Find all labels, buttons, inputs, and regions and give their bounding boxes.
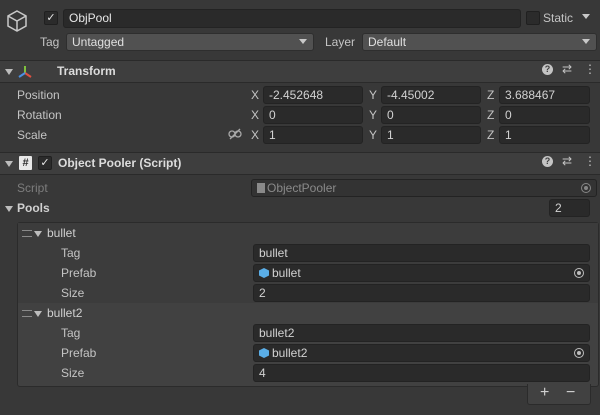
script-presets-icon[interactable]: ⇄ (562, 154, 572, 168)
rotation-x-field[interactable]: 0 (263, 106, 363, 124)
list-footer: + − (527, 384, 591, 405)
rotation-y-label[interactable]: Y (369, 108, 377, 122)
pool-0-prefab-field[interactable]: bullet (253, 264, 590, 282)
prefab-icon (259, 348, 269, 358)
constrain-proportions-icon[interactable] (228, 128, 242, 140)
gameobject-name-field[interactable]: ObjPool (63, 9, 521, 28)
static-dropdown[interactable] (578, 9, 596, 27)
position-y-label[interactable]: Y (369, 88, 377, 102)
remove-element-button[interactable]: − (566, 384, 575, 402)
tag-value: Untagged (72, 35, 125, 49)
position-y-field[interactable]: -4.45002 (381, 86, 481, 104)
static-checkbox[interactable] (526, 11, 540, 25)
object-picker-icon[interactable] (574, 348, 584, 358)
rotation-y-field[interactable]: 0 (381, 106, 481, 124)
scale-y-field[interactable]: 1 (381, 126, 481, 144)
script-more-options-icon[interactable]: ⋮ (584, 154, 596, 168)
more-options-icon[interactable]: ⋮ (584, 62, 596, 76)
pool-0-size-label: Size (61, 286, 85, 300)
pool-0-prefab-label: Prefab (61, 266, 97, 280)
presets-icon[interactable]: ⇄ (562, 62, 572, 76)
scale-x-label[interactable]: X (251, 128, 259, 142)
pool-1-tag-label: Tag (61, 326, 81, 340)
pool-0-foldout-arrow[interactable] (34, 231, 42, 237)
script-object-picker-icon (581, 183, 591, 193)
scale-label: Scale (17, 128, 48, 142)
csharp-script-icon: # (19, 156, 32, 170)
script-file-icon (257, 183, 265, 193)
pool-1-foldout-arrow[interactable] (34, 311, 42, 317)
transform-header[interactable]: Transform ? ⇄ ⋮ (0, 60, 600, 83)
pool-1-prefab-field[interactable]: bullet2 (253, 344, 590, 362)
object-picker-icon[interactable] (574, 268, 584, 278)
pool-0-name: bullet (47, 226, 76, 240)
position-x-label[interactable]: X (251, 88, 259, 102)
prefab-icon (259, 268, 269, 278)
transform-foldout-arrow[interactable] (5, 69, 13, 75)
pool-1-size-label: Size (61, 366, 85, 380)
transform-title: Transform (57, 64, 116, 78)
transform-icon (17, 64, 33, 80)
script-field: ObjectPooler (251, 179, 597, 197)
pool-0-prefab-value: bullet (272, 266, 301, 280)
position-x-field[interactable]: -2.452648 (263, 86, 363, 104)
pool-1-prefab-value: bullet2 (272, 346, 308, 360)
pool-1-size-field[interactable]: 4 (253, 364, 590, 382)
position-label: Position (17, 88, 60, 102)
add-element-button[interactable]: + (540, 384, 549, 402)
gameobject-icon (4, 8, 30, 34)
active-checkbox[interactable]: ✓ (44, 11, 58, 25)
pool-0-size-field[interactable]: 2 (253, 284, 590, 302)
script-foldout-arrow[interactable] (5, 161, 13, 167)
rotation-z-field[interactable]: 0 (499, 106, 590, 124)
rotation-x-label[interactable]: X (251, 108, 259, 122)
static-label: Static (543, 11, 574, 25)
pool-1-prefab-label: Prefab (61, 346, 97, 360)
script-help-icon[interactable]: ? (542, 156, 553, 167)
tag-dropdown[interactable]: Untagged (66, 33, 314, 51)
rotation-label: Rotation (17, 108, 62, 122)
script-label: Script (17, 181, 48, 195)
pool-1-name: bullet2 (47, 306, 83, 320)
layer-dropdown[interactable]: Default (362, 33, 597, 51)
script-component-header[interactable]: # ✓ Object Pooler (Script) ? ⇄ ⋮ (0, 152, 600, 175)
scale-z-label[interactable]: Z (487, 128, 494, 142)
pools-count-field[interactable]: 2 (549, 199, 590, 217)
script-component-title: Object Pooler (Script) (58, 156, 182, 170)
pools-foldout-arrow[interactable] (5, 206, 13, 212)
layer-label: Layer (325, 35, 356, 49)
position-z-label[interactable]: Z (487, 88, 494, 102)
script-enabled-checkbox[interactable]: ✓ (38, 156, 52, 170)
pool-1-tag-field[interactable]: bullet2 (253, 324, 590, 342)
pool-0-tag-field[interactable]: bullet (253, 244, 590, 262)
scale-z-field[interactable]: 1 (499, 126, 590, 144)
drag-handle-icon[interactable] (22, 230, 32, 237)
rotation-z-label[interactable]: Z (487, 108, 494, 122)
layer-value: Default (368, 35, 407, 49)
scale-y-label[interactable]: Y (369, 128, 377, 142)
tag-label: Tag (40, 35, 60, 49)
drag-handle-icon[interactable] (22, 310, 32, 317)
scale-x-field[interactable]: 1 (263, 126, 363, 144)
pool-0-tag-label: Tag (61, 246, 81, 260)
position-z-field[interactable]: 3.688467 (499, 86, 590, 104)
script-value: ObjectPooler (267, 181, 337, 195)
help-icon[interactable]: ? (542, 64, 553, 75)
pools-label: Pools (17, 201, 50, 215)
